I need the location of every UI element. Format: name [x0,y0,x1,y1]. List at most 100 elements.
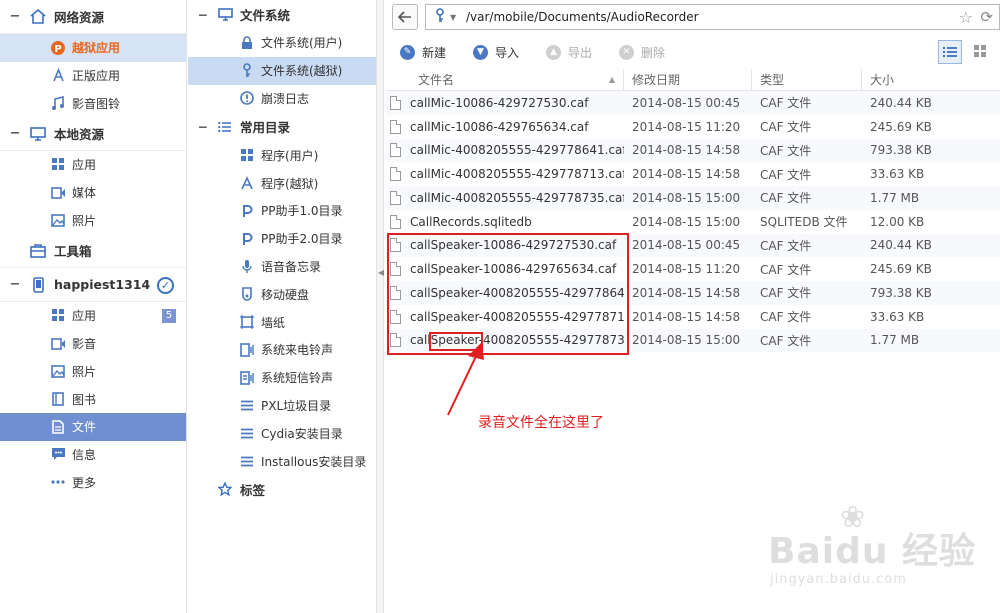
tree-item-label: 语音备忘录 [261,259,322,274]
watermark-sub: jingyan.baidu.com [770,572,907,587]
nav-group-device[interactable]: − happiest1314 ✓ [0,268,186,303]
column-header-size[interactable]: 大小 [862,69,1000,90]
tree-item-label: PP助手2.0目录 [261,232,343,247]
file-name-cell[interactable]: CallRecords.sqlitedb [386,214,624,229]
nav-group-label: 本地资源 [54,127,105,143]
nav-item-label: 越狱应用 [72,41,121,56]
file-name-cell[interactable]: callMic-4008205555-429778641.caf [386,143,624,158]
refresh-icon[interactable]: ⟳ [980,8,993,26]
device-name: happiest1314 [54,277,151,293]
delete-label: 删除 [641,45,666,60]
file-name-cell[interactable]: callMic-4008205555-429778713.caf [386,167,624,182]
tree-item-label: 文件系统(越狱) [261,64,343,79]
file-name-cell[interactable]: callMic-4008205555-429778735.caf [386,190,624,205]
nav-group-local[interactable]: − 本地资源 [0,117,186,152]
nav-item-device-files[interactable]: 文件 [0,412,186,441]
nav-item-local-media[interactable]: 媒体 [0,179,186,207]
column-header-label: 文件名 [418,73,455,87]
tree-item-apps-user[interactable]: 程序(用户) [188,141,376,169]
tree-item-installous-dir[interactable]: Installous安装目录 [188,447,376,475]
column-header-type[interactable]: 类型 [752,69,862,90]
nav-group-network[interactable]: − 网络资源 [0,0,186,34]
tree-item-sms-tones[interactable]: 系统短信铃声 [188,364,376,392]
nav-item-local-apps[interactable]: 应用 [0,151,186,179]
panel-splitter[interactable]: ◀ [376,0,384,613]
collapse-icon[interactable]: − [8,277,22,292]
tree-item-pp1-dir[interactable]: PP助手1.0目录 [188,197,376,225]
grid-view-button[interactable] [968,40,992,64]
table-row[interactable]: callMic-4008205555-429778735.caf 2014-08-… [386,186,1000,210]
tree-group-tags[interactable]: 标签 [188,475,376,504]
collapse-icon[interactable]: − [8,126,22,141]
nav-item-device-apps[interactable]: 应用 5 [0,302,186,330]
nav-item-device-books[interactable]: 图书 [0,385,186,413]
tree-group-filesystem[interactable]: − 文件系统 [188,0,376,29]
tree-item-apps-jailbreak[interactable]: 程序(越狱) [188,169,376,197]
new-button[interactable]: ✎ 新建 [400,44,446,61]
path-text[interactable]: /var/mobile/Documents/AudioRecorder [466,10,699,24]
tree-item-pp2-dir[interactable]: PP助手2.0目录 [188,225,376,253]
tree-item-crash-logs[interactable]: 崩溃日志 [188,85,376,113]
nav-group-toolbox[interactable]: 工具箱 [0,234,186,269]
collapse-icon[interactable]: − [196,7,210,22]
nav-item-device-media[interactable]: 影音 [0,330,186,358]
nav-item-label: 信息 [72,447,97,462]
nav-item-device-messages[interactable]: 信息 [0,441,186,469]
list-view-button[interactable] [938,40,962,64]
table-row[interactable]: callMic-4008205555-429778641.caf 2014-08-… [386,138,1000,163]
table-row[interactable]: callMic-10086-429765634.caf 2014-08-15 11… [386,115,1000,139]
nav-item-jailbreak-apps[interactable]: P 越狱应用 [0,34,186,62]
file-type: CAF 文件 [760,191,812,206]
export-label: 导出 [568,45,593,60]
file-name: callMic-4008205555-429778713.caf [410,167,624,182]
tree-item-fs-user[interactable]: 文件系统(用户) [188,29,376,57]
nav-item-genuine-apps[interactable]: 正版应用 [0,62,186,90]
nav-item-device-photos[interactable]: 照片 [0,358,186,386]
tree-item-cydia-dir[interactable]: Cydia安装目录 [188,419,376,447]
book-icon [50,391,66,407]
tree-item-label: PP助手1.0目录 [261,204,343,219]
table-row[interactable]: callMic-4008205555-429778713.caf 2014-08-… [386,162,1000,186]
file-date: 2014-08-15 15:00 [632,190,741,205]
microphone-icon [240,258,254,274]
tree-item-mobile-drive[interactable]: 移动硬盘 [188,280,376,308]
highlight-box [387,233,629,355]
file-name-cell[interactable]: callMic-10086-429765634.caf [386,119,624,134]
pp-icon: P [50,40,66,56]
tree-item-wallpaper[interactable]: 墙纸 [188,308,376,336]
back-button[interactable] [392,4,418,30]
file-date: 2014-08-15 14:58 [632,285,741,300]
file-date: 2014-08-15 14:58 [632,309,741,324]
document-icon [390,119,401,134]
collapse-icon[interactable]: − [8,9,22,24]
column-header-date[interactable]: 修改日期 [624,69,752,90]
new-icon: ✎ [400,44,415,60]
import-button[interactable]: ▼ 导入 [473,44,519,61]
column-header-name[interactable]: 文件名 ▲ [386,69,624,90]
file-name-cell[interactable]: callMic-10086-429727530.caf [386,95,624,110]
file-type: CAF 文件 [760,238,812,253]
export-button[interactable]: ▲ 导出 [546,44,592,61]
table-row[interactable]: CallRecords.sqlitedb 2014-08-15 15:00 SQLI… [386,210,1000,234]
delete-button[interactable]: ✕ 删除 [619,44,665,61]
photo-icon [50,212,66,228]
collapse-icon[interactable]: − [196,119,210,134]
favorite-star-icon[interactable]: ☆ [959,8,973,27]
tree-item-pxl-junk[interactable]: PXL垃圾目录 [188,392,376,420]
nav-item-local-photos[interactable]: 照片 [0,206,186,234]
chevron-down-icon[interactable]: ▼ [450,13,462,22]
tree-item-fs-jailbreak[interactable]: 文件系统(越狱) [188,56,376,85]
home-icon [28,9,48,25]
tree-item-label: 移动硬盘 [261,287,310,302]
tree-group-common-dirs[interactable]: − 常用目录 [188,112,376,141]
table-row[interactable]: callMic-10086-429727530.caf 2014-08-15 00… [386,91,1000,115]
toolbar: ✎ 新建 ▼ 导入 ▲ 导出 ✕ 删除 [384,36,1000,68]
nav-item-media-ringtones[interactable]: 影音图铃 [0,89,186,117]
nav-item-device-more[interactable]: 更多 [0,468,186,496]
path-field[interactable]: ▼ /var/mobile/Documents/AudioRecorder ☆ … [425,4,1000,30]
file-name: callMic-4008205555-429778641.caf [410,143,624,158]
file-size: 245.69 KB [870,119,932,134]
nav-group-label: 工具箱 [54,244,92,260]
tree-item-voice-memos[interactable]: 语音备忘录 [188,253,376,281]
tree-item-ringtones[interactable]: 系统来电铃声 [188,336,376,364]
